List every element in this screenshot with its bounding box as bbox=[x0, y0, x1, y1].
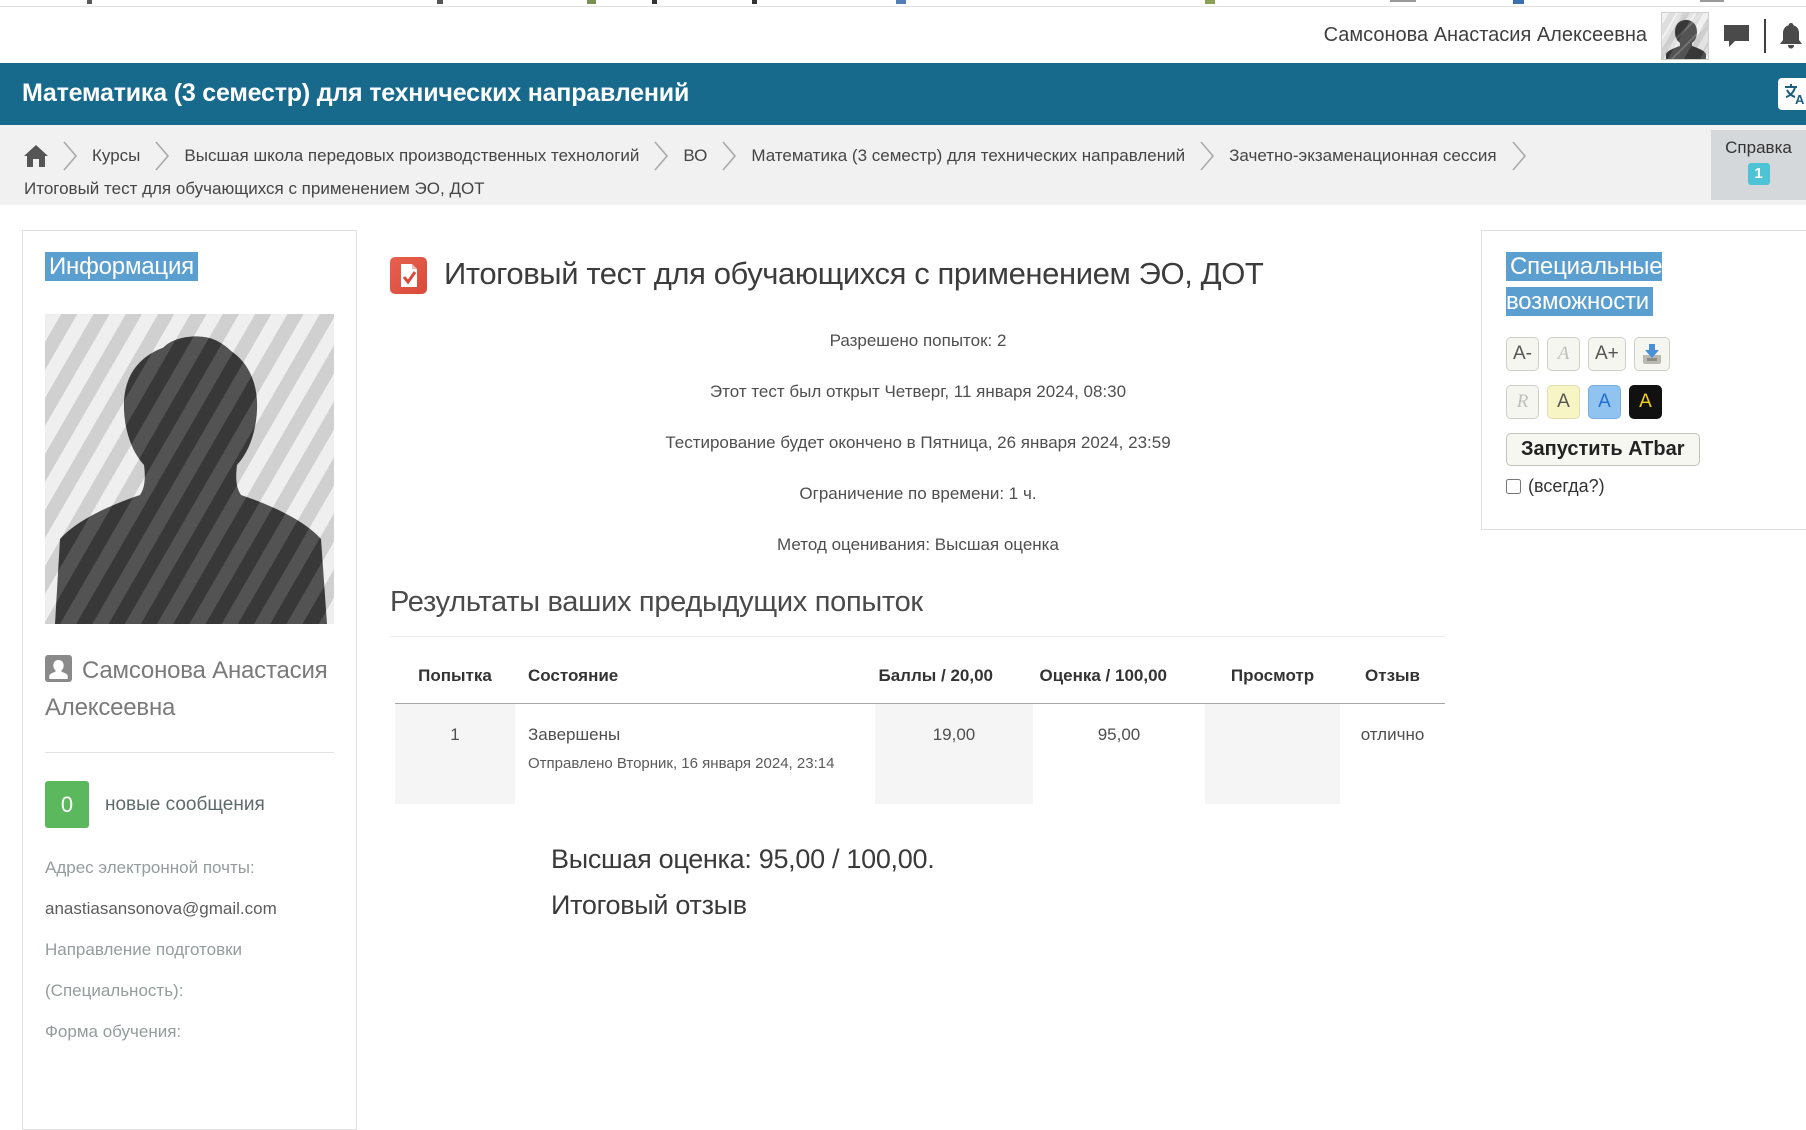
col-header-grade: Оценка / 100,00 bbox=[1033, 637, 1205, 704]
specialty-label: Направление подготовки bbox=[45, 940, 334, 960]
breadcrumb: Курсы Высшая школа передовых производств… bbox=[0, 125, 1806, 205]
col-header-review: Просмотр bbox=[1205, 637, 1340, 704]
browser-edge-mark bbox=[652, 0, 657, 4]
chevron-right-icon bbox=[1511, 138, 1527, 174]
atbar-always-label: (всегда?) bbox=[1528, 476, 1605, 497]
divider bbox=[45, 752, 334, 753]
avatar[interactable] bbox=[1661, 12, 1709, 60]
browser-edge-mark bbox=[437, 0, 443, 4]
breadcrumb-item-school[interactable]: Высшая школа передовых производственных … bbox=[184, 146, 639, 166]
save-settings-button[interactable] bbox=[1634, 337, 1670, 371]
browser-edge-mark bbox=[1205, 0, 1215, 4]
table-row: 1 Завершены Отправлено Вторник, 16 январ… bbox=[395, 704, 1445, 805]
home-icon[interactable] bbox=[24, 145, 48, 167]
browser-edge-mark bbox=[896, 0, 906, 4]
translate-icon[interactable]: A bbox=[1778, 78, 1806, 110]
breadcrumb-item-courses[interactable]: Курсы bbox=[92, 146, 140, 166]
browser-edge-mark bbox=[87, 0, 92, 4]
help-button[interactable]: Справка 1 bbox=[1711, 130, 1806, 200]
browser-edge bbox=[0, 0, 1806, 7]
profile-picture bbox=[45, 314, 334, 624]
col-header-marks: Баллы / 20,00 bbox=[875, 637, 1033, 704]
theme-yellow-button[interactable]: A bbox=[1547, 385, 1580, 419]
email-label: Адрес электронной почты: bbox=[45, 858, 334, 878]
svg-text:A: A bbox=[1795, 92, 1805, 106]
cell-grade: 95,00 bbox=[1033, 704, 1205, 805]
topbar-separator bbox=[1764, 19, 1766, 53]
quiz-open-date: Этот тест был открыт Четверг, 11 января … bbox=[390, 382, 1446, 402]
main-content: Итоговый тест для обучающихся с применен… bbox=[390, 252, 1446, 921]
attempts-table: Попытка Состояние Баллы / 20,00 Оценка /… bbox=[395, 637, 1445, 804]
quiz-close-date: Тестирование будет окончено в Пятница, 2… bbox=[390, 433, 1446, 453]
browser-edge-mark bbox=[1390, 0, 1416, 2]
cell-marks: 19,00 bbox=[875, 704, 1033, 805]
font-decrease-button[interactable]: A- bbox=[1506, 337, 1539, 371]
accessibility-panel: Специальные возможности A- A A+ R A A A … bbox=[1481, 230, 1806, 530]
course-header: Математика (3 семестр) для технических н… bbox=[0, 63, 1806, 125]
col-header-state: Состояние bbox=[515, 637, 875, 704]
page-title: Итоговый тест для обучающихся с применен… bbox=[444, 252, 1263, 295]
messages-icon[interactable] bbox=[1723, 24, 1750, 48]
font-default-button[interactable]: A bbox=[1547, 337, 1580, 371]
launch-atbar-button[interactable]: Запустить ATbar bbox=[1506, 433, 1700, 466]
chevron-right-icon bbox=[1199, 138, 1215, 174]
specialty-label-2: (Специальность): bbox=[45, 981, 334, 1001]
chevron-right-icon bbox=[154, 138, 170, 174]
quiz-icon bbox=[390, 257, 427, 294]
theme-blue-button[interactable]: A bbox=[1588, 385, 1621, 419]
final-feedback-label: Итоговый отзыв bbox=[551, 890, 1446, 921]
help-badge: 1 bbox=[1748, 163, 1770, 185]
results-heading: Результаты ваших предыдущих попыток bbox=[390, 586, 1446, 637]
theme-dark-button[interactable]: A bbox=[1629, 385, 1662, 419]
cell-attempt: 1 bbox=[395, 704, 515, 805]
cell-state-detail: Отправлено Вторник, 16 января 2024, 23:1… bbox=[528, 750, 855, 777]
email-value: anastiasansonova@gmail.com bbox=[45, 899, 334, 919]
col-header-feedback: Отзыв bbox=[1340, 637, 1445, 704]
accessibility-heading: Специальные возможности bbox=[1506, 249, 1706, 319]
info-panel: Информация Самсонова Анастасия Алексеевн… bbox=[22, 230, 357, 1130]
person-icon bbox=[45, 655, 72, 682]
browser-edge-mark bbox=[1700, 0, 1724, 2]
quiz-attempts-allowed: Разрешено попыток: 2 bbox=[390, 331, 1446, 351]
avatar-stripes bbox=[45, 314, 334, 624]
notifications-icon[interactable] bbox=[1780, 23, 1802, 49]
browser-edge-mark bbox=[1513, 0, 1524, 4]
chevron-right-icon bbox=[721, 138, 737, 174]
cell-state: Завершены Отправлено Вторник, 16 января … bbox=[515, 704, 875, 805]
breadcrumb-item-course[interactable]: Математика (3 семестр) для технических н… bbox=[751, 146, 1185, 166]
breadcrumb-item-vo[interactable]: ВО bbox=[683, 146, 707, 166]
save-icon bbox=[1641, 344, 1663, 364]
chevron-right-icon bbox=[62, 138, 78, 174]
messages-count-badge: 0 bbox=[45, 781, 89, 828]
course-title: Математика (3 семестр) для технических н… bbox=[22, 79, 689, 108]
browser-edge-mark bbox=[752, 0, 757, 4]
quiz-grading-method: Метод оценивания: Высшая оценка bbox=[390, 535, 1446, 555]
messages-label[interactable]: новые сообщения bbox=[105, 794, 265, 816]
avatar-stripes bbox=[1662, 13, 1708, 59]
breadcrumb-current: Итоговый тест для обучающихся с применен… bbox=[24, 179, 485, 199]
sidebar-user-name: Самсонова Анастасия Алексеевна bbox=[45, 652, 334, 726]
atbar-always-checkbox[interactable] bbox=[1506, 479, 1521, 494]
cell-review bbox=[1205, 704, 1340, 805]
col-header-attempt: Попытка bbox=[395, 637, 515, 704]
font-increase-button[interactable]: A+ bbox=[1588, 337, 1626, 371]
cell-feedback: отлично bbox=[1340, 704, 1445, 805]
highest-grade: Высшая оценка: 95,00 / 100,00. bbox=[551, 844, 1446, 875]
info-panel-heading: Информация bbox=[45, 249, 334, 284]
quiz-time-limit: Ограничение по времени: 1 ч. bbox=[390, 484, 1446, 504]
browser-edge-mark bbox=[587, 0, 596, 4]
study-form-label: Форма обучения: bbox=[45, 1022, 334, 1042]
topbar: Самсонова Анастасия Алексеевна bbox=[0, 8, 1806, 63]
reset-theme-button[interactable]: R bbox=[1506, 385, 1539, 419]
chevron-right-icon bbox=[653, 138, 669, 174]
breadcrumb-item-session[interactable]: Зачетно-экзаменационная сессия bbox=[1229, 146, 1496, 166]
help-label: Справка bbox=[1711, 138, 1806, 158]
user-menu[interactable]: Самсонова Анастасия Алексеевна bbox=[1324, 24, 1647, 47]
